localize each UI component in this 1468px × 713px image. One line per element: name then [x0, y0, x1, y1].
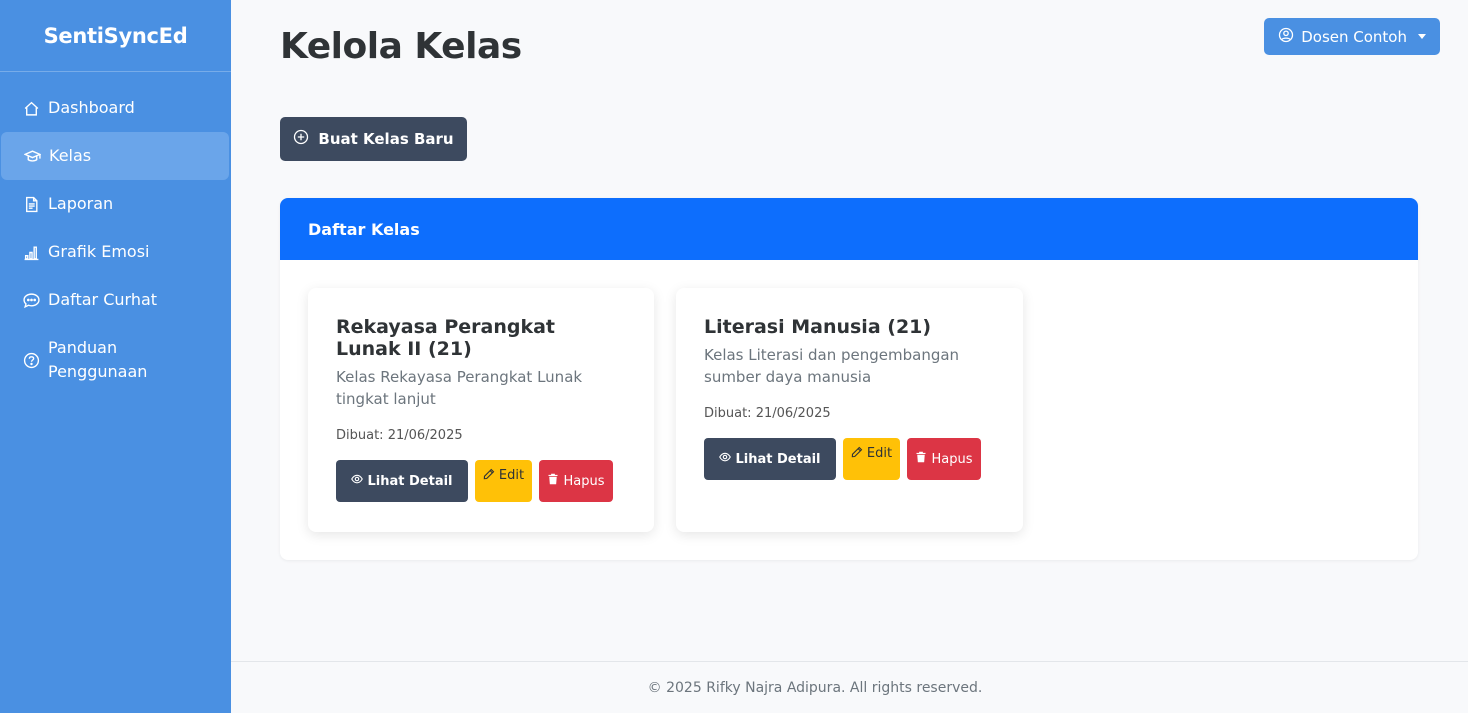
class-created-date: Dibuat: 21/06/2025: [704, 406, 831, 421]
class-actions: Lihat Detail Edit Hapus: [704, 438, 995, 480]
brand-logo[interactable]: SentiSyncEd: [0, 0, 231, 72]
edit-label: Edit: [498, 468, 525, 483]
eye-icon: [351, 473, 364, 489]
edit-label: Edit: [866, 446, 893, 461]
main-content: Kelola Kelas Dosen Contoh Buat Kelas Bar…: [231, 0, 1468, 713]
user-name: Dosen Contoh: [1301, 27, 1407, 46]
chat-dots-icon: [22, 288, 40, 312]
create-class-label: Buat Kelas Baru: [318, 130, 454, 148]
trash-icon: [547, 473, 559, 489]
sidebar-item-laporan[interactable]: Laporan: [0, 180, 230, 228]
sidebar-item-label: Panduan Penggunaan: [48, 338, 148, 381]
pencil-icon: [483, 468, 495, 484]
question-circle-icon: [22, 348, 40, 372]
class-card: Literasi Manusia (21) Kelas Literasi dan…: [676, 288, 1023, 532]
pencil-icon: [851, 446, 863, 462]
sidebar-item-grafik-emosi[interactable]: Grafik Emosi: [0, 228, 230, 276]
panel-title: Daftar Kelas: [280, 198, 1418, 260]
delete-button[interactable]: Hapus: [539, 460, 613, 502]
edit-button[interactable]: Edit: [843, 438, 900, 480]
view-detail-label: Lihat Detail: [735, 451, 821, 467]
class-created-date: Dibuat: 21/06/2025: [336, 428, 463, 443]
sidebar-item-kelas[interactable]: Kelas: [1, 132, 229, 180]
page-title: Kelola Kelas: [280, 26, 522, 67]
create-class-button[interactable]: Buat Kelas Baru: [280, 117, 467, 161]
class-list-panel: Daftar Kelas Rekayasa Perangkat Lunak II…: [280, 198, 1418, 560]
class-description: Kelas Rekayasa Perangkat Lunak tingkat l…: [336, 368, 583, 408]
view-detail-label: Lihat Detail: [367, 473, 453, 489]
user-menu-button[interactable]: Dosen Contoh: [1264, 18, 1440, 55]
view-detail-button[interactable]: Lihat Detail: [336, 460, 468, 502]
person-circle-icon: [1278, 27, 1294, 47]
sidebar-item-label: Kelas: [49, 146, 92, 165]
sidebar-item-panduan-penggunaan[interactable]: Panduan Penggunaan: [0, 324, 230, 396]
mortarboard-icon: [23, 144, 41, 168]
plus-circle-icon: [293, 129, 309, 149]
class-title: Literasi Manusia (21): [704, 316, 932, 338]
class-description: Kelas Literasi dan pengembangan sumber d…: [704, 346, 960, 386]
edit-button[interactable]: Edit: [475, 460, 532, 502]
caret-down-icon: [1418, 34, 1426, 39]
sidebar-item-dashboard[interactable]: Dashboard: [0, 84, 230, 132]
sidebar-item-label: Grafik Emosi: [48, 242, 150, 261]
eye-icon: [719, 451, 732, 467]
bar-chart-icon: [22, 240, 40, 264]
view-detail-button[interactable]: Lihat Detail: [704, 438, 836, 480]
delete-label: Hapus: [563, 473, 605, 489]
house-icon: [22, 96, 40, 120]
sidebar-item-label: Laporan: [48, 194, 114, 213]
sidebar-item-label: Daftar Curhat: [48, 290, 158, 309]
class-card: Rekayasa Perangkat Lunak II (21) Kelas R…: [308, 288, 654, 532]
file-text-icon: [22, 192, 40, 216]
delete-label: Hapus: [931, 451, 973, 467]
class-actions: Lihat Detail Edit Hapus: [336, 460, 626, 502]
class-cards: Rekayasa Perangkat Lunak II (21) Kelas R…: [308, 288, 1023, 532]
footer: © 2025 Rifky Najra Adipura. All rights r…: [231, 661, 1468, 713]
sidebar-item-daftar-curhat[interactable]: Daftar Curhat: [0, 276, 230, 324]
sidebar-item-label: Dashboard: [48, 98, 135, 117]
footer-copyright: © 2025 Rifky Najra Adipura. All rights r…: [647, 679, 983, 696]
sidebar-nav: Dashboard Kelas Laporan Grafik Emosi Daf…: [0, 72, 231, 396]
sidebar: SentiSyncEd Dashboard Kelas Laporan Graf…: [0, 0, 231, 713]
trash-icon: [915, 451, 927, 467]
class-title: Rekayasa Perangkat Lunak II (21): [336, 316, 556, 360]
delete-button[interactable]: Hapus: [907, 438, 981, 480]
